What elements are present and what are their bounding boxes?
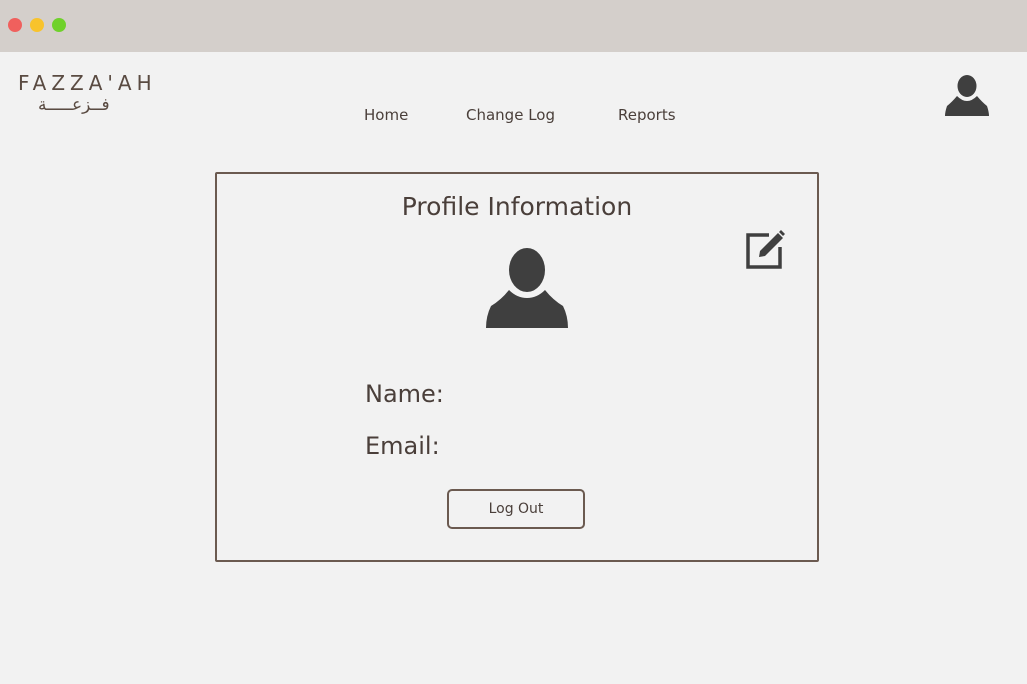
nav-change-log-link[interactable]: Change Log — [466, 106, 555, 124]
nav-reports-link[interactable]: Reports — [618, 106, 676, 124]
profile-user-icon — [485, 244, 569, 330]
nav-home-link[interactable]: Home — [364, 106, 408, 124]
profile-card: Profile Information Name: Email: Log Out — [215, 172, 819, 562]
edit-icon[interactable] — [743, 229, 785, 271]
log-out-button[interactable]: Log Out — [447, 489, 585, 529]
close-window-button[interactable] — [8, 18, 22, 32]
name-label: Name: — [365, 380, 444, 408]
brand-name-latin: FAZZA'AH — [18, 71, 157, 95]
window-titlebar — [0, 0, 1027, 52]
maximize-window-button[interactable] — [52, 18, 66, 32]
profile-title: Profile Information — [401, 192, 633, 221]
brand-name-arabic: فــزعـــــة — [38, 95, 110, 115]
header-user-icon[interactable] — [944, 72, 990, 118]
email-label: Email: — [365, 432, 440, 460]
brand-logo[interactable]: FAZZA'AH فــزعـــــة — [18, 70, 158, 114]
minimize-window-button[interactable] — [30, 18, 44, 32]
